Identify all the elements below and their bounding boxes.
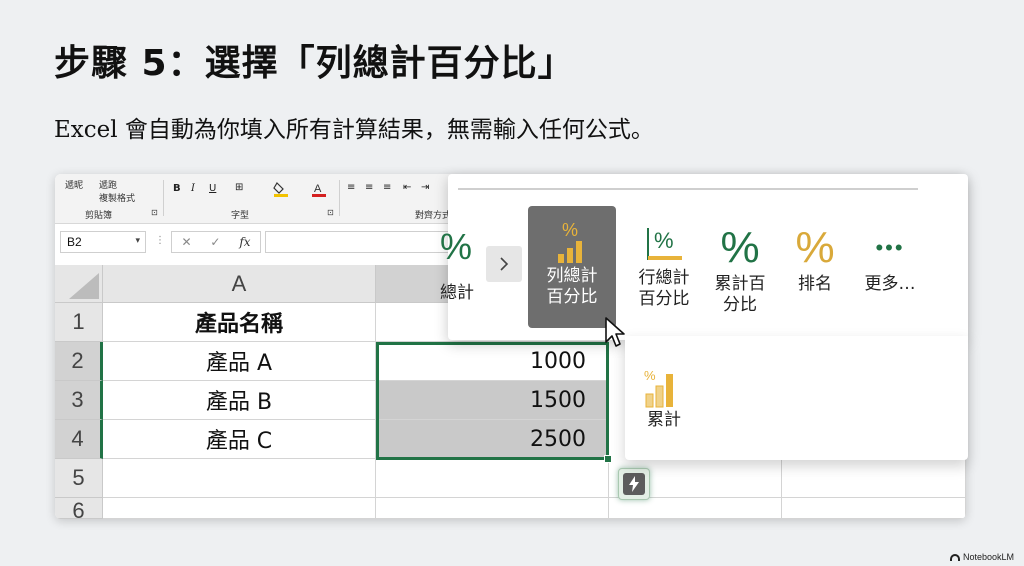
- percent-bar-icon: %: [558, 220, 582, 263]
- qa-item-more[interactable]: ••• 更多…: [852, 222, 928, 295]
- percent-underline-icon: %: [647, 228, 682, 260]
- row-header-6[interactable]: 6: [55, 498, 103, 519]
- name-box-value: B2: [67, 235, 82, 249]
- row-header-3[interactable]: 3: [55, 381, 103, 420]
- qa-item-total[interactable]: % 總計: [440, 220, 480, 320]
- cell-b4[interactable]: 2500: [376, 420, 609, 459]
- italic-button[interactable]: I: [191, 183, 195, 194]
- row-header-5[interactable]: 5: [55, 459, 103, 498]
- qa-item-label: 行總計: [638, 268, 690, 288]
- formula-bar-grip-icon: ⋮: [155, 235, 165, 246]
- outdent-icon[interactable]: ⇥: [421, 182, 429, 193]
- cancel-icon[interactable]: ✕: [181, 235, 191, 249]
- qa-item-label: 分比: [723, 295, 757, 315]
- group-font-label: 字型: [231, 211, 250, 221]
- qa-item-label: 百分比: [546, 287, 598, 307]
- svg-text:%: %: [562, 220, 578, 240]
- enter-icon[interactable]: ✓: [210, 235, 220, 249]
- cell-d5[interactable]: [782, 459, 966, 498]
- row-header-4[interactable]: 4: [55, 420, 103, 459]
- format-painter-label[interactable]: 複製格式: [99, 191, 135, 204]
- page-subtitle: Excel 會自動為你填入所有計算結果，無需輸入任何公式。: [54, 117, 654, 143]
- notebooklm-logo-icon: [949, 553, 960, 561]
- underline-button[interactable]: U: [209, 183, 216, 194]
- cell-a1[interactable]: 產品名稱: [103, 303, 376, 342]
- copy-label[interactable]: 遞跑: [99, 178, 117, 191]
- cell-b5[interactable]: [376, 459, 609, 498]
- qa-item-running-total-percent[interactable]: % 累計百 分比: [696, 222, 784, 316]
- percent-gold-icon: %: [795, 223, 835, 272]
- percent-icon: %: [440, 226, 473, 267]
- svg-text:%: %: [654, 228, 674, 253]
- chevron-right-icon: [500, 257, 509, 271]
- more-icon: •••: [875, 235, 905, 260]
- watermark-text: NotebookLM: [962, 552, 1014, 562]
- clipboard-paste-label[interactable]: 遞昵: [65, 178, 83, 191]
- formula-buttons: ✕ ✓ fx: [171, 231, 261, 253]
- cell-a6[interactable]: [103, 498, 376, 519]
- select-all-button[interactable]: [55, 265, 103, 303]
- insert-function-button[interactable]: fx: [239, 235, 250, 249]
- row-header-2[interactable]: 2: [55, 342, 103, 381]
- font-launcher-icon[interactable]: ⊡: [327, 208, 334, 217]
- group-clipboard-label: 剪貼簿: [85, 211, 113, 221]
- qa-item-rank[interactable]: % 排名: [772, 222, 858, 295]
- cell-c6[interactable]: [609, 498, 782, 519]
- column-header-a[interactable]: A: [103, 265, 376, 303]
- row-header-1[interactable]: 1: [55, 303, 103, 342]
- qa-item-label: 更多…: [864, 274, 916, 294]
- mouse-cursor-icon: [605, 317, 625, 347]
- qa-item-label: 百分比: [638, 289, 690, 309]
- next-arrow-button[interactable]: [486, 246, 522, 282]
- cell-a5[interactable]: [103, 459, 376, 498]
- svg-text:A: A: [314, 183, 322, 195]
- cell-b2[interactable]: 1000: [376, 342, 609, 381]
- cell-a4[interactable]: 產品 C: [103, 420, 376, 459]
- qa-item-label: 列總計: [546, 266, 598, 286]
- align-left-icon[interactable]: ≡: [347, 182, 355, 193]
- cell-d6[interactable]: [782, 498, 966, 519]
- qa-item-label: 累計: [647, 410, 681, 430]
- align-center-icon[interactable]: ≡: [365, 182, 373, 193]
- chevron-down-icon[interactable]: ▾: [135, 235, 140, 246]
- svg-text:%: %: [644, 368, 656, 383]
- borders-icon[interactable]: ⊞: [235, 182, 243, 193]
- fill-color-icon[interactable]: [273, 181, 291, 200]
- cell-b3[interactable]: 1500: [376, 381, 609, 420]
- percent-icon: %: [720, 223, 760, 272]
- clipboard-launcher-icon[interactable]: ⊡: [151, 208, 158, 217]
- cell-b6[interactable]: [376, 498, 609, 519]
- ribbon-divider: [339, 180, 340, 216]
- quick-analysis-button[interactable]: [618, 468, 650, 500]
- page-title: 步驟 5：選擇「列總計百分比」: [54, 43, 575, 84]
- running-total-bar-icon: %: [644, 368, 673, 408]
- lightning-icon: [623, 473, 645, 495]
- cell-a2[interactable]: 產品 A: [103, 342, 376, 381]
- qa-item-row-total-percent[interactable]: % 列總計 百分比: [528, 206, 616, 328]
- align-right-icon[interactable]: ≡: [383, 182, 391, 193]
- panel-tab-line: [458, 188, 918, 190]
- qa-item-column-total-percent[interactable]: % 行總計 百分比: [620, 222, 708, 310]
- qa-item-label: 總計: [440, 283, 474, 303]
- qa-item-label: 累計百: [714, 274, 766, 294]
- qa-item-running-total[interactable]: % 累計: [620, 364, 708, 431]
- qa-item-label: 排名: [798, 274, 832, 294]
- fill-handle[interactable]: [604, 455, 612, 463]
- name-box[interactable]: B2 ▾: [60, 231, 146, 253]
- cell-a3[interactable]: 產品 B: [103, 381, 376, 420]
- indent-icon[interactable]: ⇤: [403, 182, 411, 193]
- font-color-icon[interactable]: A: [311, 181, 327, 200]
- watermark: NotebookLM: [949, 552, 1014, 562]
- ribbon-divider: [163, 180, 164, 216]
- bold-button[interactable]: B: [173, 183, 181, 194]
